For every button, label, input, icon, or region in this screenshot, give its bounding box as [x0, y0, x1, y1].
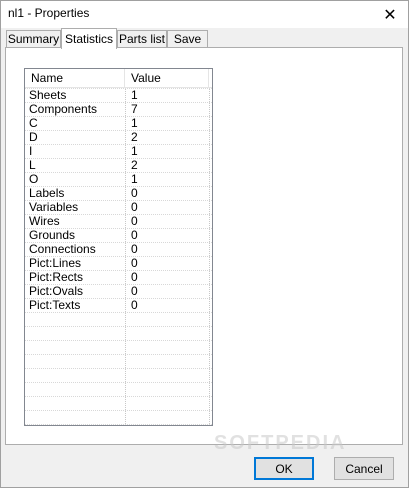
cell-value: 0 [131, 186, 138, 200]
table-row[interactable]: L2 [25, 158, 212, 172]
grid-line [25, 354, 212, 355]
cell-value: 1 [131, 116, 138, 130]
cell-name: Wires [29, 214, 60, 228]
grid-line [25, 326, 212, 327]
table-row[interactable]: Sheets 1 [25, 88, 212, 102]
cell-name: D [29, 130, 38, 144]
cell-name: Connections [29, 242, 96, 256]
cell-value: 0 [131, 298, 138, 312]
cell-value: 1 [131, 88, 138, 102]
grid-line [25, 340, 212, 341]
table-row[interactable]: Wires 0 [25, 214, 212, 228]
grid-line [25, 200, 212, 201]
table-row[interactable]: Connections 0 [25, 242, 212, 256]
grid-line [25, 130, 212, 131]
grid-line [25, 158, 212, 159]
grid-line [25, 172, 212, 173]
cell-value: 1 [131, 172, 138, 186]
title-bar[interactable]: nl1 - Properties ✕ [1, 1, 408, 28]
grid-line [25, 410, 212, 411]
cell-name: Pict:Ovals [29, 284, 84, 298]
cell-value: 0 [131, 214, 138, 228]
grid-line [25, 424, 212, 425]
list-header: Name Value [25, 69, 212, 88]
statistics-list[interactable]: Name Value Sheets 1 Components 7 C 1 D 2 I 1 L 2 O 1 L… [24, 68, 213, 426]
table-row[interactable]: Pict:Lines 0 [25, 256, 212, 270]
table-row[interactable]: Pict:Rects 0 [25, 270, 212, 284]
grid-line [25, 242, 212, 243]
cell-name: Pict:Lines [29, 256, 82, 270]
cell-name: C [29, 116, 38, 130]
table-row[interactable]: Components 7 [25, 102, 212, 116]
tab-save[interactable]: Save [167, 30, 208, 47]
grid-line [25, 382, 212, 383]
cell-value: 0 [131, 256, 138, 270]
cell-value: 0 [131, 270, 138, 284]
cell-value: 1 [131, 144, 138, 158]
cell-value: 0 [131, 242, 138, 256]
grid-line [25, 270, 212, 271]
cell-value: 0 [131, 284, 138, 298]
ok-button[interactable]: OK [254, 457, 314, 480]
tab-summary[interactable]: Summary [6, 30, 61, 47]
grid-line [25, 298, 212, 299]
column-header-name[interactable]: Name [25, 69, 125, 87]
statistics-panel: Name Value Sheets 1 Components 7 C 1 D 2 I 1 L 2 O 1 L… [5, 47, 403, 445]
table-row[interactable]: Grounds 0 [25, 228, 212, 242]
column-header-value[interactable]: Value [125, 69, 209, 87]
window-title: nl1 - Properties [8, 6, 90, 20]
table-row[interactable]: Variables 0 [25, 200, 212, 214]
cell-name: L [29, 158, 36, 172]
cell-name: Sheets [29, 88, 67, 102]
grid-line [25, 312, 212, 313]
table-row[interactable]: Labels 0 [25, 186, 212, 200]
grid-line [25, 88, 212, 89]
cell-name: Variables [29, 200, 79, 214]
cell-value: 0 [131, 228, 138, 242]
cell-value: 2 [131, 130, 138, 144]
grid-line [25, 116, 212, 117]
table-row[interactable]: Pict:Texts 0 [25, 298, 212, 312]
cell-value: 2 [131, 158, 138, 172]
grid-line [25, 228, 212, 229]
cell-name: Pict:Texts [29, 298, 81, 312]
cell-name: Components [29, 102, 98, 116]
grid-line [25, 102, 212, 103]
table-row[interactable]: D2 [25, 130, 212, 144]
tab-statistics[interactable]: Statistics [61, 28, 117, 49]
tab-parts-list[interactable]: Parts list [117, 30, 167, 47]
grid-line [25, 186, 212, 187]
grid-line [25, 396, 212, 397]
grid-line [25, 368, 212, 369]
cell-name: Labels [29, 186, 65, 200]
grid-line [25, 214, 212, 215]
grid-line [25, 284, 212, 285]
table-row[interactable]: Pict:Ovals 0 [25, 284, 212, 298]
grid-line [25, 144, 212, 145]
table-row[interactable]: O1 [25, 172, 212, 186]
properties-window: nl1 - Properties ✕ Summary Statistics Pa… [0, 0, 409, 488]
table-row[interactable]: C1 [25, 116, 212, 130]
grid-line [25, 256, 212, 257]
cancel-button[interactable]: Cancel [334, 457, 394, 480]
cell-name: Grounds [29, 228, 76, 242]
cell-name: O [29, 172, 39, 186]
cell-value: 7 [131, 102, 138, 116]
cell-name: Pict:Rects [29, 270, 84, 284]
close-icon[interactable]: ✕ [372, 1, 408, 28]
table-row[interactable]: I1 [25, 144, 212, 158]
tab-bar: Summary Statistics Parts list Save [4, 28, 404, 49]
cell-value: 0 [131, 200, 138, 214]
cell-name: I [29, 144, 33, 158]
